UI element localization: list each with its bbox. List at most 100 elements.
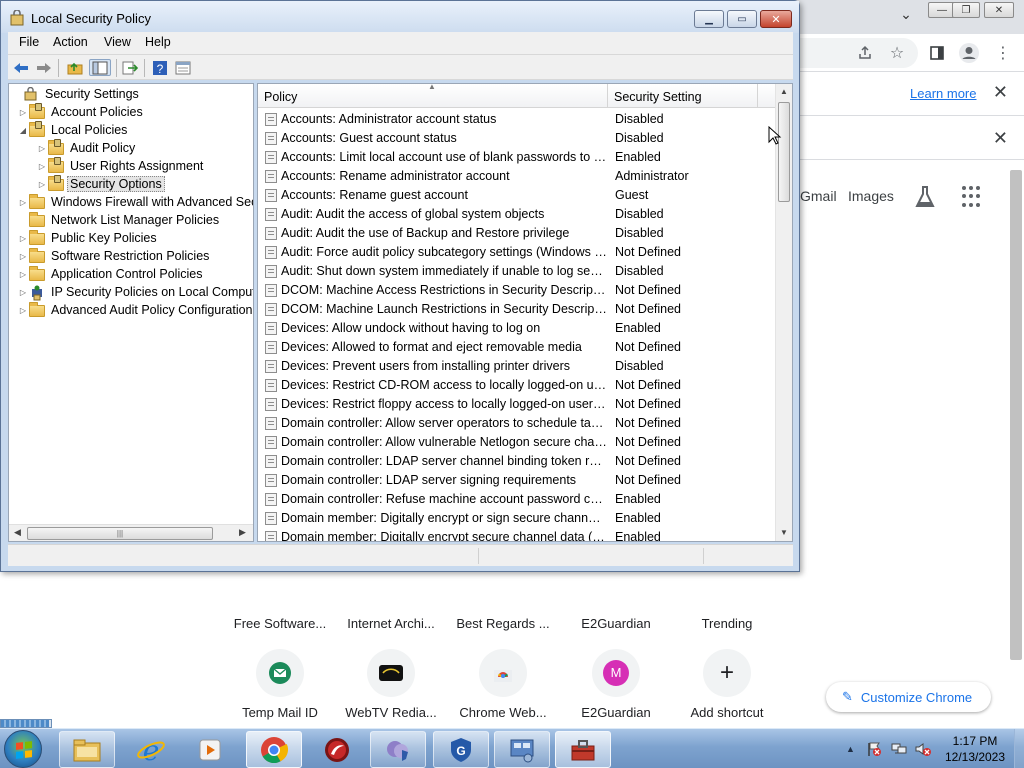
- gmail-link[interactable]: Gmail: [800, 188, 837, 204]
- chrome-restore-button[interactable]: ❐: [952, 2, 980, 18]
- tray-action-center[interactable]: [866, 729, 882, 768]
- shortcut-tile[interactable]: Temp Mail ID: [230, 649, 330, 720]
- taskbar-internet-explorer[interactable]: e: [123, 731, 179, 768]
- taskbar-guardian[interactable]: G: [433, 731, 489, 768]
- shortcut-tile[interactable]: Chrome Web...: [453, 649, 553, 720]
- tree-node-network-list-manager[interactable]: Network List Manager Policies: [17, 211, 222, 229]
- up-folder-icon[interactable]: [66, 59, 84, 76]
- policy-row[interactable]: Domain controller: Allow vulnerable Netl…: [258, 433, 776, 452]
- policy-row[interactable]: Devices: Prevent users from installing p…: [258, 357, 776, 376]
- tree-node-public-key-policies[interactable]: ▷ Public Key Policies: [17, 229, 160, 247]
- title-bar[interactable]: Local Security Policy ▁ ▭ ✕: [1, 1, 799, 33]
- tree-node-account-policies[interactable]: ▷ Account Policies: [17, 103, 146, 121]
- chrome-close-button[interactable]: ✕: [984, 2, 1014, 18]
- forward-arrow-icon[interactable]: [35, 59, 53, 76]
- customize-chrome-button[interactable]: ✎ Customize Chrome: [826, 682, 991, 712]
- list-vertical-scrollbar[interactable]: ▲ ▼: [775, 84, 792, 541]
- tree-horizontal-scrollbar[interactable]: ◀ ||| ▶: [9, 524, 253, 541]
- policy-row[interactable]: Domain controller: LDAP server signing r…: [258, 471, 776, 490]
- labs-flask-icon[interactable]: [914, 185, 936, 209]
- expand-arrow-icon[interactable]: ▷: [17, 252, 29, 261]
- close-infobar-icon[interactable]: ✕: [993, 128, 1008, 149]
- tree-node-audit-policy[interactable]: ▷ Audit Policy: [36, 139, 138, 157]
- taskbar-app-red[interactable]: [309, 731, 365, 768]
- policy-row[interactable]: Audit: Audit the access of global system…: [258, 205, 776, 224]
- scroll-right-arrow-icon[interactable]: ▶: [239, 527, 246, 538]
- policy-row[interactable]: DCOM: Machine Access Restrictions in Sec…: [258, 281, 776, 300]
- menu-file[interactable]: File: [19, 35, 39, 49]
- collapse-arrow-icon[interactable]: ◢: [17, 126, 29, 135]
- taskbar-media-player[interactable]: [182, 731, 238, 768]
- minimize-button[interactable]: ▁: [694, 10, 724, 28]
- taskbar-toolbox[interactable]: [555, 731, 611, 768]
- close-infobar-icon[interactable]: ✕: [993, 82, 1008, 103]
- tree-node-security-options[interactable]: ▷ Security Options: [36, 175, 165, 193]
- expand-arrow-icon[interactable]: ▷: [17, 108, 29, 117]
- policy-row[interactable]: Accounts: Rename guest account Guest: [258, 186, 776, 205]
- tree-node-advanced-audit[interactable]: ▷ Advanced Audit Policy Configuration: [17, 301, 253, 319]
- start-button[interactable]: [4, 730, 42, 768]
- policy-row[interactable]: Devices: Restrict CD-ROM access to local…: [258, 376, 776, 395]
- policy-row[interactable]: Domain member: Digitally encrypt secure …: [258, 528, 776, 541]
- tree-node-user-rights-assignment[interactable]: ▷ User Rights Assignment: [36, 157, 206, 175]
- expand-arrow-icon[interactable]: ▷: [17, 234, 29, 243]
- taskbar-file-explorer[interactable]: [59, 731, 115, 768]
- policy-row[interactable]: Domain controller: LDAP server channel b…: [258, 452, 776, 471]
- expand-arrow-icon[interactable]: ▷: [17, 288, 29, 297]
- taskbar-app-purple[interactable]: [370, 731, 426, 768]
- policy-row[interactable]: Accounts: Rename administrator account Ad…: [258, 167, 776, 186]
- help-icon[interactable]: ?: [151, 59, 169, 76]
- column-header-security-setting[interactable]: Security Setting: [608, 84, 758, 108]
- tree-node-security-settings[interactable]: ◢ Security Settings: [11, 85, 142, 103]
- properties-sheet-icon[interactable]: [174, 59, 192, 76]
- scroll-down-arrow-icon[interactable]: ▼: [780, 528, 788, 537]
- images-link[interactable]: Images: [848, 188, 894, 204]
- tray-volume[interactable]: [914, 729, 932, 768]
- google-apps-icon[interactable]: [962, 186, 984, 208]
- bookmark-star-icon[interactable]: ☆: [884, 40, 910, 66]
- policy-row[interactable]: Domain controller: Refuse machine accoun…: [258, 490, 776, 509]
- show-desktop-button[interactable]: [1014, 729, 1024, 768]
- column-header-policy[interactable]: ▲ Policy: [258, 84, 608, 108]
- show-hidden-icons[interactable]: ▲: [846, 729, 855, 768]
- policy-row[interactable]: Accounts: Guest account status Disabled: [258, 129, 776, 148]
- chrome-menu-icon[interactable]: ⋮: [990, 40, 1016, 66]
- expand-arrow-icon[interactable]: ▷: [17, 270, 29, 279]
- learn-more-link[interactable]: Learn more: [910, 86, 976, 101]
- close-button[interactable]: ✕: [760, 10, 792, 28]
- policy-row[interactable]: Devices: Restrict floppy access to local…: [258, 395, 776, 414]
- profile-avatar-icon[interactable]: [956, 40, 982, 66]
- tree-node-local-policies[interactable]: ◢ Local Policies: [17, 121, 130, 139]
- share-icon[interactable]: [852, 40, 878, 66]
- expand-arrow-icon[interactable]: ▷: [36, 144, 48, 153]
- page-scrollbar[interactable]: [1010, 170, 1022, 660]
- policy-row[interactable]: Devices: Allowed to format and eject rem…: [258, 338, 776, 357]
- policy-row[interactable]: Audit: Shut down system immediately if u…: [258, 262, 776, 281]
- back-arrow-icon[interactable]: [12, 59, 30, 76]
- scroll-left-arrow-icon[interactable]: ◀: [14, 527, 21, 538]
- policy-row[interactable]: DCOM: Machine Launch Restrictions in Sec…: [258, 300, 776, 319]
- policy-row[interactable]: Domain controller: Allow server operator…: [258, 414, 776, 433]
- expand-arrow-icon[interactable]: ▷: [17, 306, 29, 315]
- policy-row[interactable]: Audit: Force audit policy subcategory se…: [258, 243, 776, 262]
- shortcut-tile[interactable]: WebTV Redia...: [341, 649, 441, 720]
- expand-arrow-icon[interactable]: ▷: [36, 180, 48, 189]
- menu-help[interactable]: Help: [145, 35, 171, 49]
- expand-arrow-icon[interactable]: ▷: [17, 198, 29, 207]
- export-list-icon[interactable]: [121, 59, 139, 76]
- tree-node-application-control[interactable]: ▷ Application Control Policies: [17, 265, 205, 283]
- policy-row[interactable]: Domain member: Digitally encrypt or sign…: [258, 509, 776, 528]
- taskbar-chrome[interactable]: [246, 731, 302, 768]
- policy-row[interactable]: Devices: Allow undock without having to …: [258, 319, 776, 338]
- tree-node-windows-firewall[interactable]: ▷ Windows Firewall with Advanced Securi: [17, 193, 253, 211]
- taskbar-network[interactable]: [494, 731, 550, 768]
- system-clock[interactable]: 1:17 PM 12/13/2023: [938, 733, 1012, 765]
- scroll-up-arrow-icon[interactable]: ▲: [780, 87, 788, 96]
- menu-action[interactable]: Action: [53, 35, 88, 49]
- policy-row[interactable]: Audit: Audit the use of Backup and Resto…: [258, 224, 776, 243]
- tree-node-software-restriction[interactable]: ▷ Software Restriction Policies: [17, 247, 212, 265]
- shortcut-tile[interactable]: M E2Guardian: [566, 649, 666, 720]
- policy-row[interactable]: Accounts: Administrator account status Di…: [258, 110, 776, 129]
- tree-node-ip-security[interactable]: ▷ IP Security Policies on Local Compute: [17, 283, 253, 301]
- tray-network[interactable]: [890, 729, 908, 768]
